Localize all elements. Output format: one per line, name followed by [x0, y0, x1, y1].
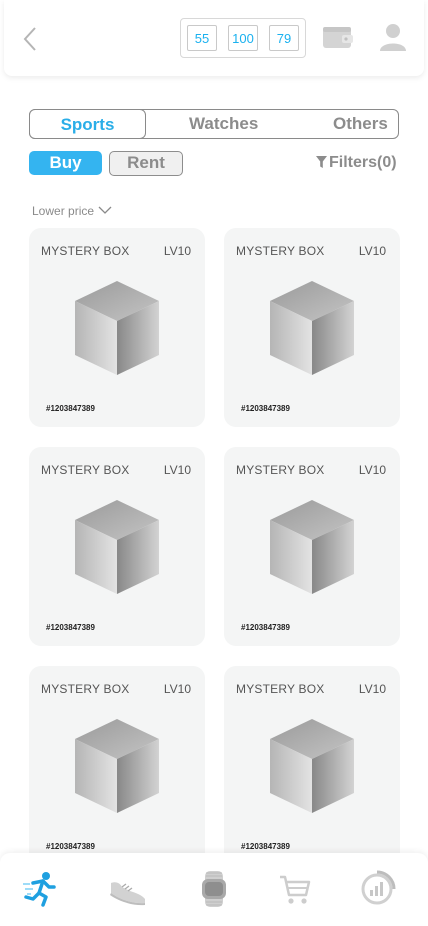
buy-button[interactable]: Buy — [29, 151, 102, 175]
back-button[interactable] — [22, 26, 42, 52]
card-level: LV10 — [163, 244, 191, 258]
chevron-left-icon — [23, 27, 36, 51]
tab-others[interactable]: Others — [333, 110, 388, 138]
tab-watches[interactable]: Watches — [189, 110, 258, 138]
wallet-icon — [323, 27, 353, 48]
card-title: MYSTERY BOX — [41, 682, 130, 696]
cube-icon — [270, 719, 354, 813]
cart-icon — [280, 875, 311, 904]
rent-button[interactable]: Rent — [109, 151, 183, 176]
card-title: MYSTERY BOX — [236, 682, 325, 696]
nav-cart[interactable] — [275, 869, 315, 909]
counter-2: 100 — [228, 25, 258, 51]
card-level: LV10 — [163, 463, 191, 477]
card-title: MYSTERY BOX — [236, 244, 325, 258]
runner-icon — [23, 872, 56, 907]
user-icon — [380, 24, 406, 51]
bottom-nav — [0, 853, 428, 926]
profile-button[interactable] — [379, 22, 407, 57]
filters-button[interactable]: Filters(0) — [316, 153, 397, 173]
stats-icon — [361, 870, 396, 905]
card-title: MYSTERY BOX — [236, 463, 325, 477]
sort-dropdown[interactable]: Lower price — [32, 203, 112, 219]
card-level: LV10 — [358, 463, 386, 477]
top-bar: 55 100 79 — [4, 0, 424, 76]
nav-watches[interactable] — [194, 869, 234, 909]
mystery-box-card[interactable]: MYSTERY BOX LV10 #1203847389 — [29, 447, 205, 646]
counter-1: 55 — [187, 25, 217, 51]
card-level: LV10 — [358, 682, 386, 696]
card-level: LV10 — [163, 682, 191, 696]
funnel-icon — [316, 156, 327, 168]
filters-label: Filters(0) — [329, 154, 397, 171]
card-id: #1203847389 — [241, 842, 290, 851]
card-level: LV10 — [358, 244, 386, 258]
sneaker-icon — [110, 882, 145, 906]
card-title: MYSTERY BOX — [41, 244, 130, 258]
card-id: #1203847389 — [241, 404, 290, 413]
cube-icon — [270, 281, 354, 375]
mystery-box-card[interactable]: MYSTERY BOX LV10 #1203847389 — [29, 666, 205, 865]
watch-icon — [202, 871, 226, 907]
cube-icon — [75, 719, 159, 813]
cube-icon — [75, 500, 159, 594]
cube-icon — [75, 281, 159, 375]
category-tabs: Sports Watches Others — [29, 109, 399, 139]
wallet-button[interactable] — [322, 24, 354, 55]
card-id: #1203847389 — [46, 623, 95, 632]
nav-sneakers[interactable] — [108, 869, 148, 909]
mystery-box-card[interactable]: MYSTERY BOX LV10 #1203847389 — [224, 228, 400, 427]
cube-icon — [270, 500, 354, 594]
card-id: #1203847389 — [46, 842, 95, 851]
chevron-down-icon — [98, 206, 112, 214]
nav-stats[interactable] — [357, 869, 397, 909]
counter-3: 79 — [269, 25, 299, 51]
nav-sports[interactable] — [21, 869, 61, 909]
tab-sports[interactable]: Sports — [29, 109, 146, 139]
resource-counters: 55 100 79 — [180, 18, 306, 58]
card-title: MYSTERY BOX — [41, 463, 130, 477]
sort-label: Lower price — [32, 204, 95, 218]
mystery-box-card[interactable]: MYSTERY BOX LV10 #1203847389 — [29, 228, 205, 427]
card-id: #1203847389 — [46, 404, 95, 413]
card-id: #1203847389 — [241, 623, 290, 632]
mystery-box-card[interactable]: MYSTERY BOX LV10 #1203847389 — [224, 447, 400, 646]
mystery-box-card[interactable]: MYSTERY BOX LV10 #1203847389 — [224, 666, 400, 865]
